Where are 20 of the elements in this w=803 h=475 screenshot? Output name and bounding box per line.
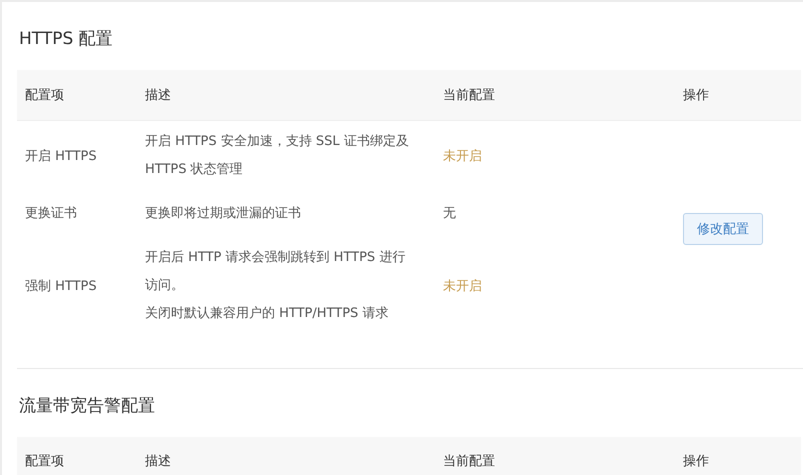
column-header: 操作 <box>683 88 709 103</box>
table-cell-text: 更换即将过期或泄漏的证书 <box>145 204 302 222</box>
status-text: 无 <box>443 206 456 220</box>
column-header: 配置项 <box>25 454 64 470</box>
column-header: 描述 <box>145 454 171 470</box>
table-cell: 开启 HTTPS <box>25 148 97 164</box>
column-header: 配置项 <box>25 88 64 103</box>
section-title: HTTPS 配置 <box>18 28 114 51</box>
table-cell-text: 开启 HTTPS 安全加速，支持 SSL 证书绑定及 HTTPS 状态管理 <box>145 132 410 178</box>
table-cell-text: 开启后 HTTP 请求会强制跳转到 HTTPS 进行 访问。 关闭时默认兼容用户的 HTTP/HTTPS 请求 <box>145 248 406 322</box>
edit-config-button[interactable]: 修改配置 <box>683 212 763 244</box>
status-text: 未开启 <box>443 278 482 294</box>
section-title: 流量带宽告警配置 <box>18 394 156 418</box>
table-cell: 更换证书 <box>25 206 77 220</box>
table-cell: 强制 HTTPS <box>25 278 97 294</box>
column-header: 当前配置 <box>443 454 495 470</box>
column-header: 描述 <box>145 88 171 103</box>
status-text: 未开启 <box>443 148 482 164</box>
column-header: 操作 <box>683 454 709 470</box>
column-header: 当前配置 <box>443 88 495 103</box>
